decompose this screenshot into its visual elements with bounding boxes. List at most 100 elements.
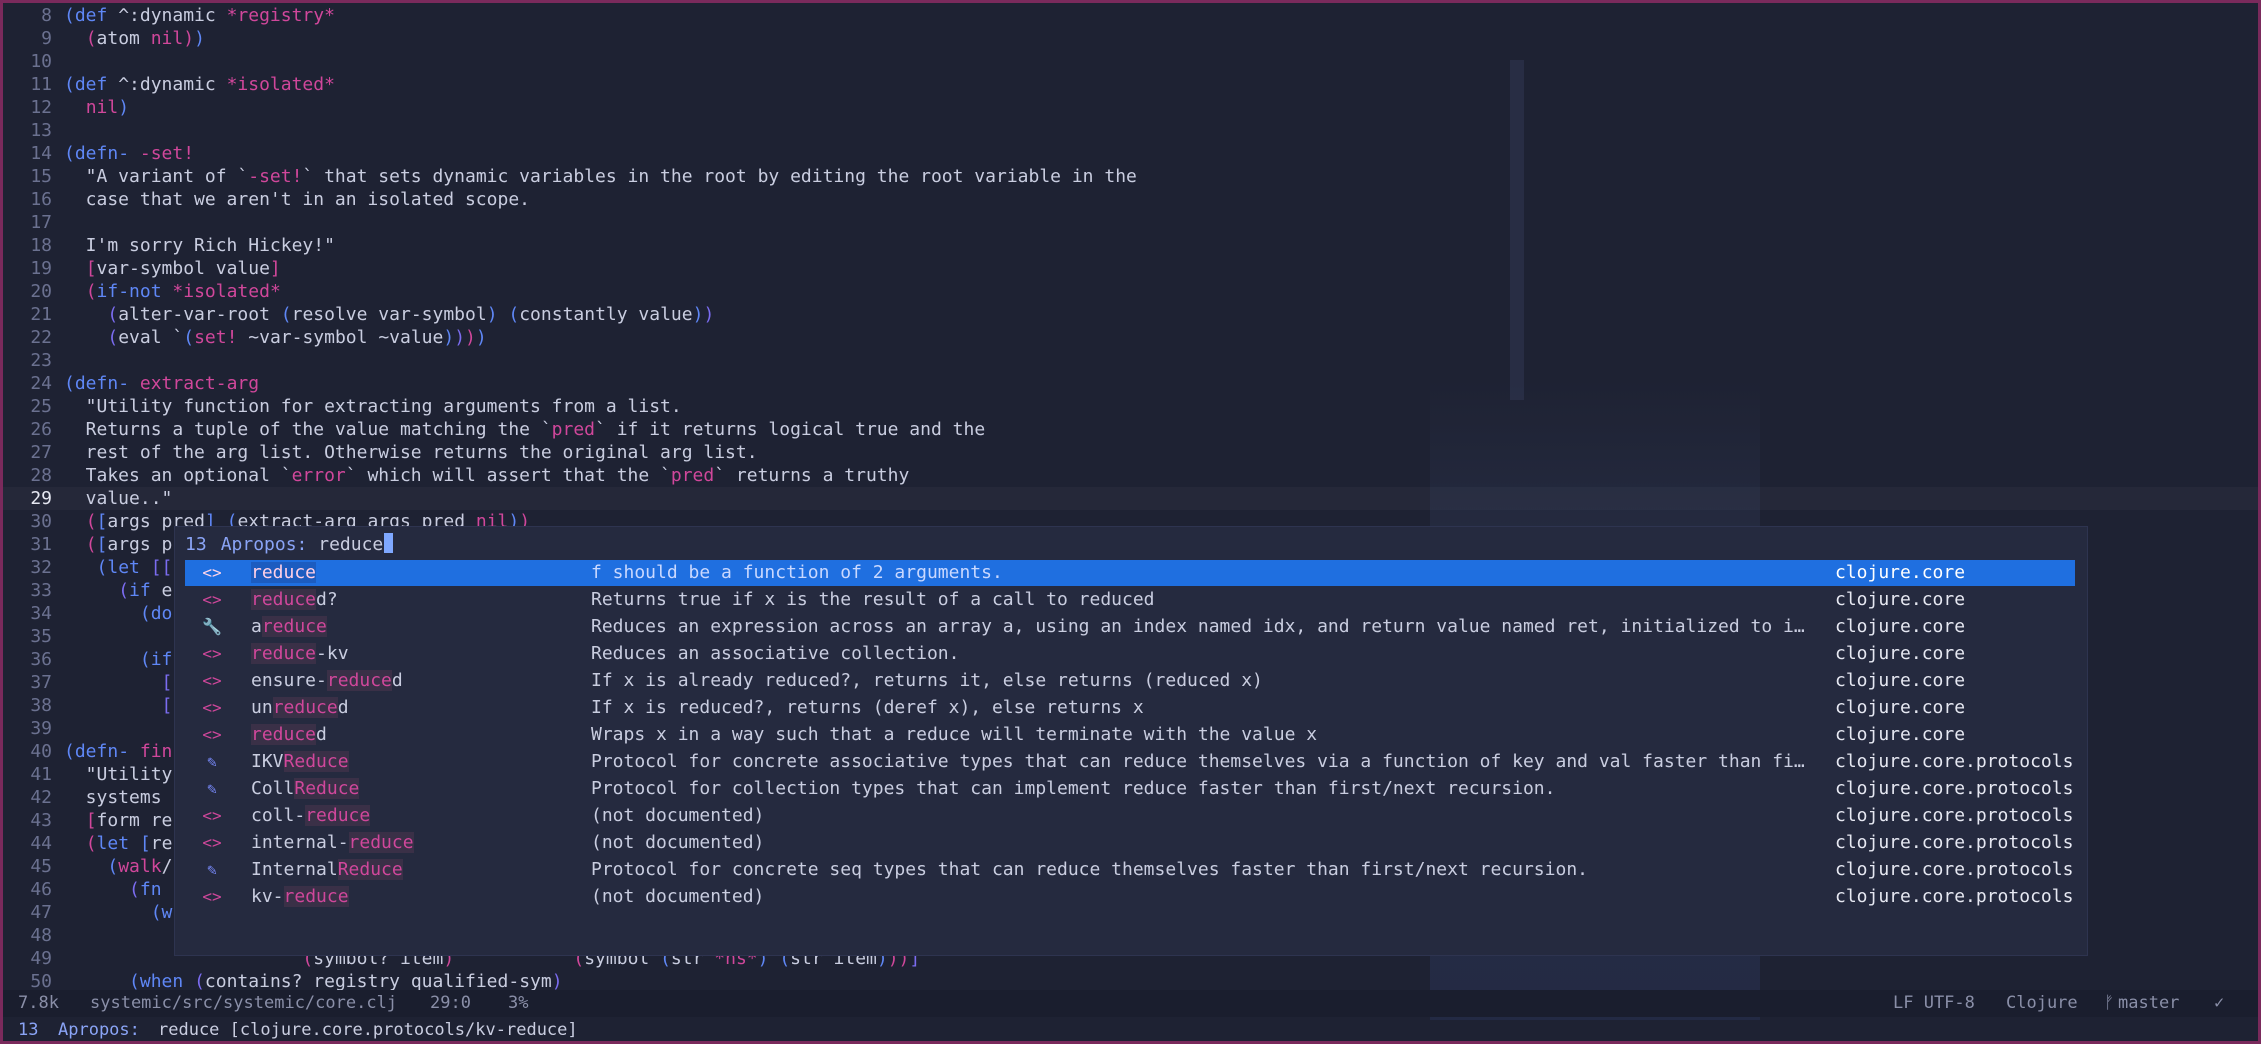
- code-line[interactable]: 37 [: [0, 671, 172, 694]
- code-line[interactable]: 50 (when (contains? registry qualified-s…: [0, 970, 562, 990]
- function-icon: <>: [202, 590, 222, 609]
- symbol-match: Reduce: [337, 859, 403, 880]
- line-code: (let [re: [85, 833, 173, 854]
- line-code: (atom nil)): [85, 28, 205, 49]
- code-line[interactable]: 43 [form re: [0, 809, 172, 832]
- line-number: 34: [30, 603, 52, 624]
- result-symbol: reduced?: [251, 587, 338, 613]
- code-line[interactable]: 47 (w: [0, 901, 172, 924]
- code-line[interactable]: 18 I'm sorry Rich Hickey!": [0, 234, 335, 257]
- line-number: 27: [30, 442, 52, 463]
- code-line[interactable]: 30 ([args pred] (extract-arg args pred n…: [0, 510, 530, 533]
- code-line[interactable]: 33 (if e: [0, 579, 172, 602]
- git-branch-icon: ᚠ: [2104, 993, 2115, 1013]
- line-number: 12: [30, 97, 52, 118]
- code-line[interactable]: 22 (eval `(set! ~var-symbol ~value)))): [0, 326, 486, 349]
- code-line[interactable]: 15 "A variant of `-set!` that sets dynam…: [0, 165, 1137, 188]
- result-namespace: clojure.core: [1835, 697, 1966, 718]
- code-line[interactable]: 17: [0, 211, 52, 234]
- code-line[interactable]: 44 (let [re: [0, 832, 172, 855]
- macro-wrench-icon: 🔧: [202, 617, 222, 636]
- code-line[interactable]: 11 (def ^:dynamic *isolated*: [0, 73, 335, 96]
- apropos-query-input[interactable]: reduce: [318, 534, 383, 555]
- apropos-result-row[interactable]: ✎ InternalReduce Protocol for concrete seq…: [185, 857, 2075, 883]
- result-docstring: Reduces an associative collection.: [591, 643, 960, 664]
- line-number: 44: [30, 833, 52, 854]
- apropos-count: 13: [185, 534, 207, 555]
- check-icon: ✓: [2214, 993, 2225, 1013]
- code-line[interactable]: 24 (defn- extract-arg: [0, 372, 259, 395]
- code-line[interactable]: 36 (if: [0, 648, 172, 671]
- apropos-result-row[interactable]: <> coll-reduce (not documented) clojure.cor…: [185, 803, 2075, 829]
- line-number: 41: [30, 764, 52, 785]
- git-branch[interactable]: master: [2118, 990, 2179, 1017]
- line-code: value..": [64, 488, 173, 509]
- line-code: (do: [139, 603, 173, 624]
- line-code: "A variant of `-set!` that sets dynamic …: [64, 166, 1137, 187]
- line-code: (alter-var-root (resolve var-symbol) (co…: [107, 304, 715, 325]
- line-code: (if-not *isolated*: [85, 281, 281, 302]
- apropos-result-row[interactable]: ✎ CollReduce Protocol for collection types…: [185, 776, 2075, 802]
- apropos-result-row[interactable]: <> reduced Wraps x in a way such that a re…: [185, 722, 2075, 748]
- code-line[interactable]: 32 (let [[: [0, 556, 172, 579]
- code-line[interactable]: 26 Returns a tuple of the value matching…: [0, 418, 985, 441]
- encoding[interactable]: LF UTF-8: [1893, 990, 1975, 1017]
- code-line[interactable]: 20 (if-not *isolated*: [0, 280, 280, 303]
- code-line[interactable]: 27 rest of the arg list. Otherwise retur…: [0, 441, 757, 464]
- minibuffer[interactable]: 13 Apropos: reduce [clojure.core.protoco…: [0, 1017, 2261, 1044]
- code-line[interactable]: 39: [0, 717, 52, 740]
- function-icon: <>: [202, 563, 222, 582]
- code-line[interactable]: 25 "Utility function for extracting argu…: [0, 395, 681, 418]
- code-line[interactable]: 48: [0, 924, 52, 947]
- apropos-prompt[interactable]: 13 Apropos: reduce: [185, 533, 394, 557]
- result-symbol: IKVReduce: [251, 749, 349, 775]
- symbol-prefix: ensure-: [251, 670, 327, 691]
- code-line[interactable]: 31 ([args p: [0, 533, 172, 556]
- result-docstring: f should be a function of 2 arguments.: [591, 562, 1003, 583]
- code-line[interactable]: 10: [0, 50, 52, 73]
- function-icon: <>: [202, 833, 222, 852]
- code-line[interactable]: 34 (do: [0, 602, 172, 625]
- line-number: 32: [30, 557, 52, 578]
- result-symbol: InternalReduce: [251, 857, 403, 883]
- code-line[interactable]: 8 (def ^:dynamic *registry*: [0, 4, 335, 27]
- line-number: 13: [30, 120, 52, 141]
- apropos-result-row[interactable]: <> reduce-kv Reduces an associative collec…: [185, 641, 2075, 667]
- apropos-result-row[interactable]: 🔧 areduce Reduces an expression across an …: [185, 614, 2075, 640]
- file-path[interactable]: systemic/src/systemic/core.clj: [90, 990, 397, 1017]
- function-icon: <>: [202, 725, 222, 744]
- apropos-result-row[interactable]: <> unreduced If x is reduced?, returns (de…: [185, 695, 2075, 721]
- code-line[interactable]: 46 (fn: [0, 878, 161, 901]
- code-line[interactable]: 16 case that we aren't in an isolated sc…: [0, 188, 530, 211]
- symbol-match: Reduce: [294, 778, 360, 799]
- code-line[interactable]: 49 (symbol? item) (symbol (str *ns*) (st…: [0, 947, 920, 970]
- code-line[interactable]: 12 nil): [0, 96, 129, 119]
- code-line[interactable]: 29 value..": [0, 487, 2261, 510]
- code-line[interactable]: 14 (defn- -set!: [0, 142, 194, 165]
- apropos-result-row[interactable]: <> reduce f should be a function of 2 argu…: [185, 560, 2075, 586]
- symbol-suffix: -kv: [316, 643, 349, 664]
- code-line[interactable]: 19 [var-symbol value]: [0, 257, 280, 280]
- mode-line: 7.8k systemic/src/systemic/core.clj 29:0…: [0, 990, 2261, 1017]
- code-line[interactable]: 13: [0, 119, 52, 142]
- code-line[interactable]: 45 (walk/: [0, 855, 172, 878]
- result-docstring: Protocol for concrete seq types that can…: [591, 859, 1588, 880]
- result-symbol: CollReduce: [251, 776, 360, 802]
- apropos-result-row[interactable]: <> internal-reduce (not documented) clojure…: [185, 830, 2075, 856]
- code-line[interactable]: 21 (alter-var-root (resolve var-symbol) …: [0, 303, 714, 326]
- code-line[interactable]: 41 "Utility: [0, 763, 172, 786]
- code-line[interactable]: 35: [0, 625, 52, 648]
- line-code: (def ^:dynamic *isolated*: [64, 74, 335, 95]
- code-line[interactable]: 38 [: [0, 694, 172, 717]
- code-line[interactable]: 9 (atom nil)): [0, 27, 205, 50]
- apropos-result-row[interactable]: <> kv-reduce (not documented) clojure.core.…: [185, 884, 2075, 910]
- major-mode[interactable]: Clojure: [2006, 990, 2078, 1017]
- line-number: 24: [30, 373, 52, 394]
- code-line[interactable]: 40 (defn- fin: [0, 740, 172, 763]
- code-line[interactable]: 42 systems: [0, 786, 161, 809]
- apropos-result-row[interactable]: <> ensure-reduced If x is already reduced?…: [185, 668, 2075, 694]
- code-line[interactable]: 23: [0, 349, 52, 372]
- code-line[interactable]: 28 Takes an optional `error` which will …: [0, 464, 909, 487]
- apropos-result-row[interactable]: <> reduced? Returns true if x is the resul…: [185, 587, 2075, 613]
- apropos-result-row[interactable]: ✎ IKVReduce Protocol for concrete associat…: [185, 749, 2075, 775]
